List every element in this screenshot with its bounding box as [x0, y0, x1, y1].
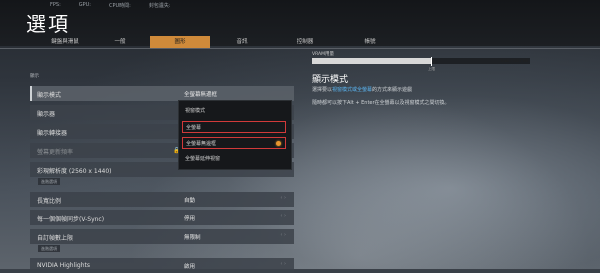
page-title: 選項: [26, 12, 70, 36]
packet-loss-stat: 封包遺失:: [148, 3, 171, 9]
setting-nvidia-highlights[interactable]: NVIDIA Highlights 啟用 ‹ ›: [30, 258, 294, 273]
info-highlight: 視窗模式或全螢幕: [332, 87, 373, 93]
info-hint: 隨時都可以按下Alt + Enter在全螢幕以及視窗模式之間切換。: [312, 100, 450, 106]
display-mode-dropdown: 視窗模式 全螢幕 全螢幕無邊框 全螢幕延伸視窗: [178, 100, 292, 170]
arrows-icon[interactable]: ‹ ›: [280, 232, 286, 238]
option-label: 全螢幕無邊框: [186, 141, 217, 147]
tab-account[interactable]: 帳號: [345, 36, 395, 48]
setting-value: 自動: [184, 198, 196, 204]
gpu-stat: GPU:: [78, 2, 91, 8]
vram-value: 2080 / 8021 MB: [500, 59, 528, 63]
setting-label: 顯示模式: [37, 92, 62, 99]
info-text-part: 選擇要以: [312, 87, 333, 93]
info-title: 顯示模式: [312, 75, 349, 85]
setting-label: 螢幕更新頻率: [37, 149, 74, 156]
setting-label: 自訂幀數上限: [37, 235, 74, 242]
setting-label: 每一個個幀同步(V-Sync): [37, 216, 105, 223]
section-label: 顯示: [30, 74, 39, 79]
tab-audio[interactable]: 音訊: [222, 36, 262, 48]
option-windowed[interactable]: 視窗模式: [182, 105, 286, 117]
advanced-options-link[interactable]: 進階選項: [38, 178, 60, 185]
tab-controller[interactable]: 控制器: [280, 36, 330, 48]
arrows-icon[interactable]: ‹ ›: [280, 261, 286, 267]
setting-value: 停用: [184, 216, 196, 222]
option-fullscreen-extended[interactable]: 全螢幕延伸視窗: [182, 153, 286, 165]
setting-value: 全螢幕無邊框: [184, 92, 218, 98]
vram-limit-marker: [431, 57, 432, 66]
selected-radio-icon: [276, 141, 281, 146]
setting-label: 顯示轉接器: [37, 130, 68, 137]
vram-usage-bar: 上限 2080 / 8021 MB: [312, 57, 530, 71]
arrows-icon[interactable]: ‹ ›: [280, 213, 286, 219]
option-fullscreen-borderless[interactable]: 全螢幕無邊框: [182, 137, 286, 149]
setting-aspect-ratio[interactable]: 長寬比例 自動 ‹ ›: [30, 192, 294, 207]
vram-label: VRAM用量: [312, 52, 334, 57]
advanced-options-link[interactable]: 進階選項: [38, 245, 60, 252]
tab-general[interactable]: 一般: [100, 36, 140, 48]
option-fullscreen[interactable]: 全螢幕: [182, 121, 286, 133]
info-text-part: 的方式來顯示遊戲: [372, 87, 413, 93]
tab-keyboard-mouse[interactable]: 鍵盤與滑鼠: [30, 36, 100, 48]
info-description: 選擇要以視窗模式或全螢幕的方式來顯示遊戲: [312, 86, 412, 93]
vram-marker-caption: 上限: [428, 67, 435, 71]
setting-vsync[interactable]: 每一個個幀同步(V-Sync) 停用 ‹ ›: [30, 210, 294, 225]
vram-fill: [312, 58, 432, 64]
arrows-icon[interactable]: ‹ ›: [280, 195, 286, 201]
cpu-stat: CPU時間:: [108, 3, 131, 9]
setting-display-mode[interactable]: 顯示模式 全螢幕無邊框: [30, 86, 294, 101]
setting-label: 顯示器: [37, 111, 56, 118]
setting-value: 無限制: [184, 235, 201, 241]
setting-framerate-cap[interactable]: 自訂幀數上限 無限制 ‹ ›: [30, 229, 294, 244]
setting-label: NVIDIA Highlights: [37, 262, 90, 269]
setting-label: 彩現解析度 (2560 x 1440): [37, 168, 112, 175]
tab-bar: 鍵盤與滑鼠 一般 圖形 音訊 控制器 帳號: [0, 36, 600, 49]
setting-label: 長寬比例: [37, 198, 62, 205]
tab-graphics[interactable]: 圖形: [150, 36, 210, 48]
